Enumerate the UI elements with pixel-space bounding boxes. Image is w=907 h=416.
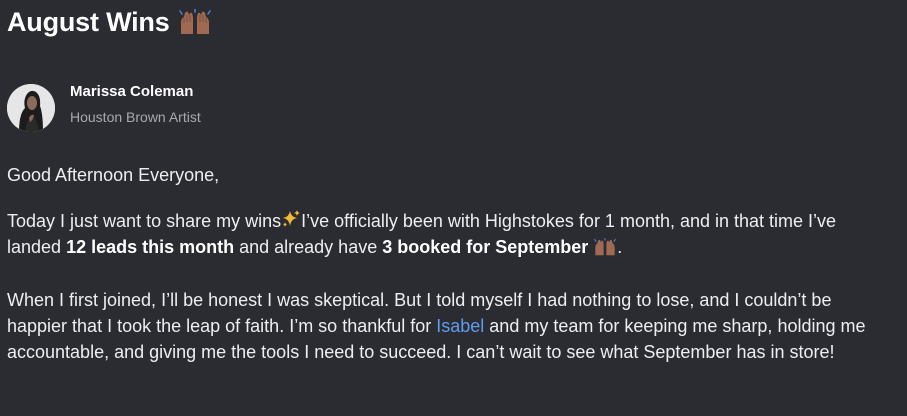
avatar[interactable]: [7, 84, 55, 132]
raising-hands-icon: [594, 238, 617, 256]
wins-text-4: .: [617, 237, 623, 257]
author-name[interactable]: Marissa Coleman: [70, 82, 201, 102]
wins-paragraph: Today I just want to share my wins I’ve …: [7, 208, 877, 260]
wins-text-1: Today I just want to share my wins: [7, 211, 282, 231]
sparkles-icon: [283, 210, 301, 227]
post-title: August Wins: [7, 7, 170, 37]
wins-bold-leads: 12 leads this month: [66, 237, 235, 257]
avatar-image: [7, 84, 55, 132]
story-paragraph: When I first joined, I’ll be honest I wa…: [7, 287, 887, 365]
raising-hands-icon: [178, 9, 211, 34]
author-block[interactable]: Marissa Coleman Houston Brown Artist: [7, 83, 201, 132]
post-container: August Wins Marissa Coleman Houston Brow…: [0, 0, 907, 416]
mention-link[interactable]: Isabel: [436, 316, 484, 336]
wins-text-3: and already have: [234, 237, 383, 257]
post-header: August Wins: [7, 4, 212, 40]
author-meta: Marissa Coleman Houston Brown Artist: [70, 83, 201, 127]
greeting-paragraph: Good Afternoon Everyone,: [7, 165, 220, 185]
author-role: Houston Brown Artist: [70, 108, 201, 125]
wins-bold-booked: 3 booked for September: [382, 237, 589, 257]
